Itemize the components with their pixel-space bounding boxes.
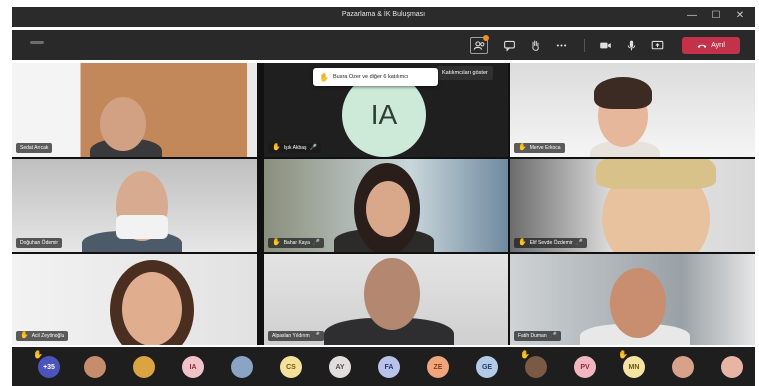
microphone-muted-icon: 🎤 xyxy=(312,333,321,339)
chat-icon xyxy=(503,40,515,52)
participant-name-label: ✋ Elif Sevde Özdemir 🎤 xyxy=(514,238,587,248)
participant-avatar[interactable]: AY xyxy=(329,356,351,378)
microphone-muted-icon: 🎤 xyxy=(575,240,583,246)
raised-hands-banner[interactable]: ✋ Busra Ozer ve diğer 6 katılımcı xyxy=(313,68,438,86)
more-participants-avatar[interactable]: ✋ +35 xyxy=(33,350,60,378)
hang-up-icon xyxy=(697,44,707,48)
video-grid: Sedat Arıcak IA ✋ Işık Akbaş 🎤 ✋ Merve E… xyxy=(12,63,755,345)
raised-hand-icon: ✋ xyxy=(272,144,281,151)
notification-badge xyxy=(483,35,489,41)
show-participants-button[interactable] xyxy=(470,35,489,54)
more-actions-button[interactable] xyxy=(552,37,570,54)
raised-hand-icon: ✋ xyxy=(272,239,281,246)
participant-video xyxy=(100,97,146,151)
close-window-button[interactable]: ✕ xyxy=(733,9,747,23)
raise-hand-button[interactable] xyxy=(526,37,544,54)
title-bar: Pazarlama & İK Buluşması — ☐ ✕ xyxy=(12,7,755,27)
participant-name-label: ✋ Bahar Kaya 🎤 xyxy=(268,238,325,248)
participant-avatar[interactable]: PV xyxy=(574,356,596,378)
participant-avatar[interactable] xyxy=(672,356,694,378)
participant-avatar[interactable] xyxy=(721,356,743,378)
face-mask xyxy=(116,215,168,239)
participant-tile[interactable]: Fatih Duman 🎤 xyxy=(510,254,755,345)
raised-hand-icon: ✋ xyxy=(520,350,530,359)
participant-video xyxy=(596,159,716,189)
share-screen-icon xyxy=(651,40,663,50)
maximize-button[interactable]: ☐ xyxy=(709,9,723,23)
participant-avatar[interactable]: ✋ MN xyxy=(618,350,645,378)
meeting-control-bar: Ayrıl xyxy=(12,30,755,60)
participant-tile[interactable]: ✋ Bahar Kaya 🎤 xyxy=(264,159,508,252)
participant-name-label: Alpaslan Yıldırım 🎤 xyxy=(268,331,325,341)
participant-avatar[interactable]: FA xyxy=(378,356,400,378)
participant-name-label: ✋ Işık Akbaş 🎤 xyxy=(268,143,321,153)
participant-video xyxy=(610,268,666,338)
raised-hand-icon: ✋ xyxy=(618,350,628,359)
participant-avatar[interactable]: ✋ xyxy=(520,350,547,378)
participant-avatar-strip: ✋ +35 IA CS AY FA ZE GE ✋ PV ✋ MN xyxy=(12,347,755,386)
raised-hands-text: Busra Ozer ve diğer 6 katılımcı xyxy=(332,74,409,80)
raised-hand-icon: ✋ xyxy=(518,144,527,151)
participant-avatar[interactable]: IA xyxy=(182,356,204,378)
participant-video xyxy=(594,77,652,109)
raised-hand-icon: ✋ xyxy=(20,332,29,339)
participant-tile[interactable]: ✋ Acil Zeytinoğlu xyxy=(12,254,257,345)
microphone-muted-icon: 🎤 xyxy=(549,333,558,339)
camera-icon xyxy=(599,42,611,49)
raised-hand-icon: ✋ xyxy=(518,239,527,246)
minimize-button[interactable]: — xyxy=(685,9,699,23)
participant-avatar[interactable]: CS xyxy=(280,356,302,378)
participant-tile[interactable]: ✋ Merve Erkoca xyxy=(510,63,755,157)
microphone-muted-icon: 🎤 xyxy=(309,145,317,151)
participant-name-label: ✋ Acil Zeytinoğlu xyxy=(16,331,69,341)
more-options-icon xyxy=(556,44,566,47)
chat-button[interactable] xyxy=(500,37,518,54)
window-title: Pazarlama & İK Buluşması xyxy=(341,11,426,18)
participants-icon xyxy=(473,41,484,50)
participant-video xyxy=(122,272,182,345)
participant-video xyxy=(364,258,420,330)
window-controls: — ☐ ✕ xyxy=(685,9,747,23)
participant-tile[interactable]: Doğuhan Ödemir xyxy=(12,159,257,252)
leave-label: Ayrıl xyxy=(711,42,725,49)
participant-avatar[interactable] xyxy=(133,356,155,378)
participant-avatar[interactable]: GE xyxy=(476,356,498,378)
microphone-icon xyxy=(627,40,635,51)
raised-hand-icon: ✋ xyxy=(319,72,329,82)
participant-tile[interactable]: ✋ Elif Sevde Özdemir 🎤 xyxy=(510,159,755,252)
teams-meeting-window: Pazarlama & İK Buluşması — ☐ ✕ Ayrıl Sed… xyxy=(0,0,759,386)
toolbar-divider xyxy=(584,39,585,52)
participant-name-label: Fatih Duman 🎤 xyxy=(514,331,562,341)
participant-tile[interactable]: Sedat Arıcak xyxy=(12,63,257,157)
participant-video xyxy=(366,181,410,237)
participant-tile[interactable]: Alpaslan Yıldırım 🎤 xyxy=(264,254,508,345)
raise-hand-icon xyxy=(531,40,539,51)
participant-name-label: ✋ Merve Erkoca xyxy=(514,143,565,153)
participants-tooltip: Katılımcıları göster xyxy=(437,66,493,80)
microphone-button[interactable] xyxy=(622,37,640,54)
participant-avatar[interactable]: ZE xyxy=(427,356,449,378)
participant-avatar[interactable] xyxy=(231,356,253,378)
leave-button[interactable]: Ayrıl xyxy=(682,37,740,54)
participant-avatar[interactable] xyxy=(84,356,106,378)
participant-name-label: Doğuhan Ödemir xyxy=(16,238,63,248)
raised-hand-icon: ✋ xyxy=(33,350,43,359)
meeting-timer xyxy=(30,41,44,44)
microphone-muted-icon: 🎤 xyxy=(312,240,321,246)
share-screen-button[interactable] xyxy=(648,37,666,54)
camera-button[interactable] xyxy=(596,37,614,54)
participant-name-label: Sedat Arıcak xyxy=(16,143,53,153)
